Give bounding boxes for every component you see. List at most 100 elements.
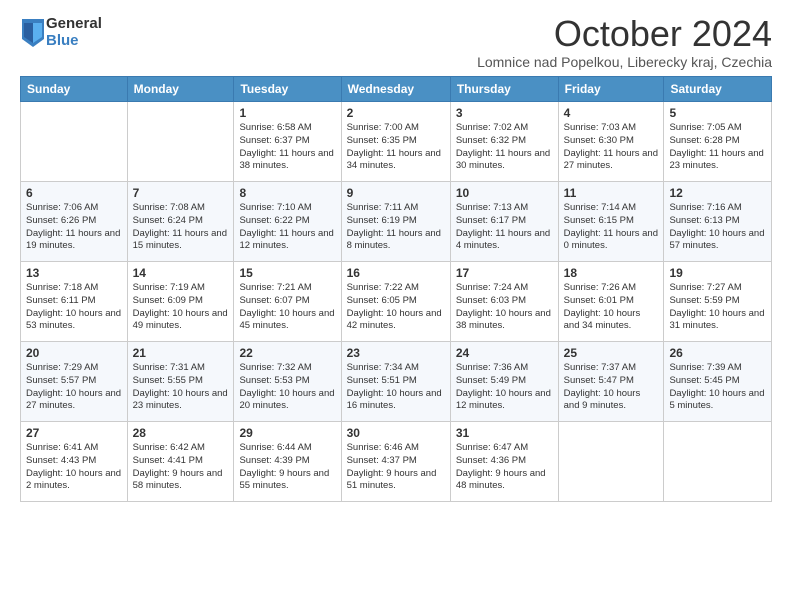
calendar-cell-w4-d6: 25 Sunrise: 7:37 AM Sunset: 5:47 PM Dayli… xyxy=(558,342,664,422)
day-number: 31 xyxy=(456,426,553,440)
day-number: 17 xyxy=(456,266,553,280)
day-detail: Sunrise: 6:47 AM Sunset: 4:36 PM Dayligh… xyxy=(456,442,553,493)
day-number: 26 xyxy=(669,346,766,360)
day-number: 16 xyxy=(347,266,445,280)
day-number: 30 xyxy=(347,426,445,440)
day-number: 29 xyxy=(239,426,335,440)
col-friday: Friday xyxy=(558,77,664,102)
calendar-cell-w5-d2: 28Sunrise: 6:42 AM Sunset: 4:41 PM Dayli… xyxy=(127,422,234,502)
calendar-cell-w4-d4: 23 Sunrise: 7:34 AM Sunset: 5:51 PM Dayli… xyxy=(341,342,450,422)
calendar-cell-w1-d7: 5Sunrise: 7:05 AM Sunset: 6:28 PM Daylig… xyxy=(664,102,772,182)
day-detail: Sunrise: 6:46 AM Sunset: 4:37 PM Dayligh… xyxy=(347,442,445,493)
week-row-1: 1 Sunrise: 6:58 AM Sunset: 6:37 PM Daylig… xyxy=(21,102,772,182)
day-detail: Sunrise: 7:16 AM Sunset: 6:13 PM Dayligh… xyxy=(669,202,766,253)
day-number: 24 xyxy=(456,346,553,360)
day-detail: Sunrise: 7:36 AM Sunset: 5:49 PM Dayligh… xyxy=(456,362,553,413)
calendar-cell-w5-d1: 27Sunrise: 6:41 AM Sunset: 4:43 PM Dayli… xyxy=(21,422,128,502)
calendar-cell-w2-d5: 10Sunrise: 7:13 AM Sunset: 6:17 PM Dayli… xyxy=(450,182,558,262)
day-number: 2 xyxy=(347,106,445,120)
day-number: 15 xyxy=(239,266,335,280)
day-number: 21 xyxy=(133,346,229,360)
calendar-cell-w1-d4: 2Sunrise: 7:00 AM Sunset: 6:35 PM Daylig… xyxy=(341,102,450,182)
calendar-cell-w5-d3: 29 Sunrise: 6:44 AM Sunset: 4:39 PM Dayli… xyxy=(234,422,341,502)
week-row-2: 6Sunrise: 7:06 AM Sunset: 6:26 PM Daylig… xyxy=(21,182,772,262)
calendar-cell-w3-d1: 13Sunrise: 7:18 AM Sunset: 6:11 PM Dayli… xyxy=(21,262,128,342)
day-number: 25 xyxy=(564,346,659,360)
day-number: 20 xyxy=(26,346,122,360)
day-detail: Sunrise: 7:29 AM Sunset: 5:57 PM Dayligh… xyxy=(26,362,122,413)
day-detail: Sunrise: 7:21 AM Sunset: 6:07 PM Dayligh… xyxy=(239,282,335,333)
calendar-cell-w3-d5: 17Sunrise: 7:24 AM Sunset: 6:03 PM Dayli… xyxy=(450,262,558,342)
day-detail: Sunrise: 7:19 AM Sunset: 6:09 PM Dayligh… xyxy=(133,282,229,333)
calendar-cell-w1-d2 xyxy=(127,102,234,182)
day-detail: Sunrise: 7:37 AM Sunset: 5:47 PM Dayligh… xyxy=(564,362,659,413)
day-detail: Sunrise: 7:34 AM Sunset: 5:51 PM Dayligh… xyxy=(347,362,445,413)
col-thursday: Thursday xyxy=(450,77,558,102)
day-detail: Sunrise: 7:14 AM Sunset: 6:15 PM Dayligh… xyxy=(564,202,659,253)
day-number: 8 xyxy=(239,186,335,200)
day-number: 7 xyxy=(133,186,229,200)
day-number: 12 xyxy=(669,186,766,200)
day-detail: Sunrise: 7:05 AM Sunset: 6:28 PM Dayligh… xyxy=(669,122,766,173)
calendar-cell-w4-d1: 20 Sunrise: 7:29 AM Sunset: 5:57 PM Dayli… xyxy=(21,342,128,422)
calendar-cell-w3-d6: 18Sunrise: 7:26 AM Sunset: 6:01 PM Dayli… xyxy=(558,262,664,342)
day-number: 23 xyxy=(347,346,445,360)
week-row-5: 27Sunrise: 6:41 AM Sunset: 4:43 PM Dayli… xyxy=(21,422,772,502)
day-number: 1 xyxy=(239,106,335,120)
day-detail: Sunrise: 7:22 AM Sunset: 6:05 PM Dayligh… xyxy=(347,282,445,333)
day-detail: Sunrise: 6:58 AM Sunset: 6:37 PM Dayligh… xyxy=(239,122,335,173)
calendar-cell-w5-d4: 30 Sunrise: 6:46 AM Sunset: 4:37 PM Dayli… xyxy=(341,422,450,502)
calendar-cell-w1-d1 xyxy=(21,102,128,182)
title-block: October 2024 Lomnice nad Popelkou, Liber… xyxy=(477,16,772,70)
day-detail: Sunrise: 7:02 AM Sunset: 6:32 PM Dayligh… xyxy=(456,122,553,173)
day-detail: Sunrise: 7:31 AM Sunset: 5:55 PM Dayligh… xyxy=(133,362,229,413)
day-detail: Sunrise: 7:18 AM Sunset: 6:11 PM Dayligh… xyxy=(26,282,122,333)
logo-general-text: General xyxy=(46,16,102,33)
day-number: 4 xyxy=(564,106,659,120)
calendar-cell-w4-d2: 21 Sunrise: 7:31 AM Sunset: 5:55 PM Dayli… xyxy=(127,342,234,422)
day-detail: Sunrise: 6:44 AM Sunset: 4:39 PM Dayligh… xyxy=(239,442,335,493)
calendar-cell-w3-d3: 15 Sunrise: 7:21 AM Sunset: 6:07 PM Dayli… xyxy=(234,262,341,342)
day-number: 19 xyxy=(669,266,766,280)
col-tuesday: Tuesday xyxy=(234,77,341,102)
calendar-cell-w5-d7 xyxy=(664,422,772,502)
day-number: 14 xyxy=(133,266,229,280)
calendar-cell-w2-d6: 11 Sunrise: 7:14 AM Sunset: 6:15 PM Dayli… xyxy=(558,182,664,262)
day-detail: Sunrise: 7:39 AM Sunset: 5:45 PM Dayligh… xyxy=(669,362,766,413)
logo-text: General Blue xyxy=(46,16,102,49)
day-detail: Sunrise: 7:08 AM Sunset: 6:24 PM Dayligh… xyxy=(133,202,229,253)
day-number: 22 xyxy=(239,346,335,360)
calendar-cell-w2-d4: 9Sunrise: 7:11 AM Sunset: 6:19 PM Daylig… xyxy=(341,182,450,262)
day-number: 18 xyxy=(564,266,659,280)
calendar-cell-w3-d7: 19 Sunrise: 7:27 AM Sunset: 5:59 PM Dayli… xyxy=(664,262,772,342)
day-number: 11 xyxy=(564,186,659,200)
day-detail: Sunrise: 7:27 AM Sunset: 5:59 PM Dayligh… xyxy=(669,282,766,333)
calendar-cell-w4-d3: 22 Sunrise: 7:32 AM Sunset: 5:53 PM Dayli… xyxy=(234,342,341,422)
day-detail: Sunrise: 7:10 AM Sunset: 6:22 PM Dayligh… xyxy=(239,202,335,253)
calendar-cell-w3-d2: 14 Sunrise: 7:19 AM Sunset: 6:09 PM Dayli… xyxy=(127,262,234,342)
week-row-4: 20 Sunrise: 7:29 AM Sunset: 5:57 PM Dayli… xyxy=(21,342,772,422)
col-wednesday: Wednesday xyxy=(341,77,450,102)
day-detail: Sunrise: 7:11 AM Sunset: 6:19 PM Dayligh… xyxy=(347,202,445,253)
day-number: 3 xyxy=(456,106,553,120)
day-detail: Sunrise: 7:32 AM Sunset: 5:53 PM Dayligh… xyxy=(239,362,335,413)
day-number: 28 xyxy=(133,426,229,440)
calendar-cell-w5-d6 xyxy=(558,422,664,502)
col-monday: Monday xyxy=(127,77,234,102)
calendar-cell-w2-d3: 8 Sunrise: 7:10 AM Sunset: 6:22 PM Daylig… xyxy=(234,182,341,262)
col-saturday: Saturday xyxy=(664,77,772,102)
location: Lomnice nad Popelkou, Liberecky kraj, Cz… xyxy=(477,54,772,70)
calendar-cell-w1-d5: 3 Sunrise: 7:02 AM Sunset: 6:32 PM Daylig… xyxy=(450,102,558,182)
calendar-cell-w2-d1: 6Sunrise: 7:06 AM Sunset: 6:26 PM Daylig… xyxy=(21,182,128,262)
week-row-3: 13Sunrise: 7:18 AM Sunset: 6:11 PM Dayli… xyxy=(21,262,772,342)
logo-blue-text: Blue xyxy=(46,33,102,50)
day-number: 10 xyxy=(456,186,553,200)
calendar-header-row: Sunday Monday Tuesday Wednesday Thursday… xyxy=(21,77,772,102)
calendar-cell-w5-d5: 31 Sunrise: 6:47 AM Sunset: 4:36 PM Dayli… xyxy=(450,422,558,502)
calendar-cell-w3-d4: 16 Sunrise: 7:22 AM Sunset: 6:05 PM Dayli… xyxy=(341,262,450,342)
day-number: 6 xyxy=(26,186,122,200)
logo-icon xyxy=(22,19,44,47)
calendar-table: Sunday Monday Tuesday Wednesday Thursday… xyxy=(20,76,772,502)
month-title: October 2024 xyxy=(477,16,772,52)
calendar-cell-w4-d5: 24 Sunrise: 7:36 AM Sunset: 5:49 PM Dayli… xyxy=(450,342,558,422)
